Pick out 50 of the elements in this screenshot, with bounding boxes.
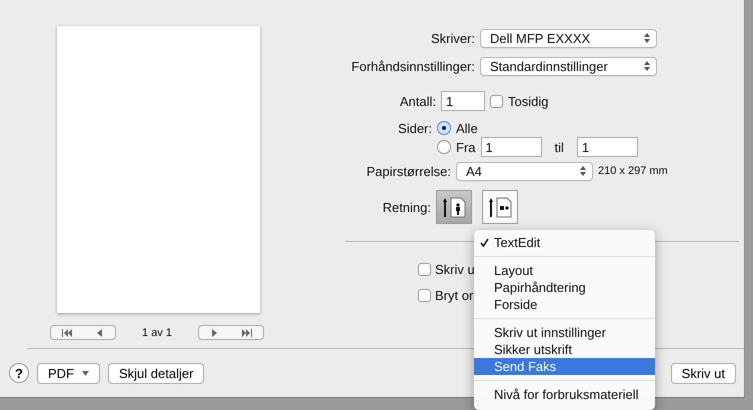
menu-item[interactable]: Forside — [474, 296, 655, 313]
portrait-page-icon — [442, 196, 466, 218]
presets-label: Forhåndsinnstillinger: — [350, 58, 475, 74]
option-label: Bryt or — [435, 288, 474, 302]
two-sided-label: Tosidig — [508, 94, 548, 108]
menu-item[interactable]: Skriv ut innstillinger — [474, 324, 655, 341]
menu-item[interactable]: Nivå for forbruksmateriell — [474, 386, 655, 403]
from-field[interactable]: 1 — [480, 137, 542, 157]
option-label: Skriv u — [435, 262, 475, 276]
from-label: Fra — [456, 140, 476, 154]
copies-field[interactable]: 1 — [441, 91, 485, 111]
orientation-button[interactable] — [482, 190, 518, 224]
paper-size-label: Papirstørrelse: — [365, 164, 451, 178]
printer-label: Skriver: — [430, 30, 475, 46]
menu-item[interactable]: TextEdit — [474, 234, 655, 251]
page-counter: 1 av 1 — [142, 326, 172, 338]
landscape-page-icon — [488, 196, 512, 218]
radio-button[interactable] — [437, 121, 451, 135]
to-field[interactable]: 1 — [576, 137, 638, 157]
updown-arrows-icon — [580, 166, 586, 176]
copies-label: Antall: — [398, 94, 436, 108]
orientation-button[interactable] — [436, 190, 472, 224]
paper-size-popup[interactable]: A4 — [456, 162, 593, 180]
to-label: til — [554, 140, 564, 154]
menu-item[interactable]: Layout — [474, 262, 655, 279]
paper-dimensions: 210 x 297 mm — [598, 165, 668, 177]
menu-item[interactable]: Papirhåndtering — [474, 279, 655, 296]
help-button[interactable]: ? — [9, 363, 29, 383]
pdf-button[interactable]: PDF — [37, 362, 100, 384]
pages-label: Sider: — [397, 120, 432, 136]
option-checkbox[interactable] — [418, 288, 431, 302]
last-page-icon[interactable] — [240, 328, 253, 336]
checkmark-icon — [480, 238, 489, 247]
orientation-label: Retning: — [382, 200, 431, 214]
caret-icon — [82, 370, 89, 376]
print-button[interactable]: Skriv ut — [670, 362, 736, 384]
option-checkbox[interactable] — [418, 262, 431, 276]
printer-popup[interactable]: Dell MFP EXXXX — [480, 28, 657, 48]
two-sided-checkbox[interactable] — [490, 94, 503, 108]
menu-item[interactable]: Send Faks — [474, 358, 655, 375]
presets-popup[interactable]: Standardinnstillinger — [480, 56, 657, 76]
all-pages-label: Alle — [456, 120, 478, 136]
forward-nav-button[interactable] — [198, 325, 264, 340]
menu-item[interactable]: Sikker utskrift — [474, 341, 655, 358]
first-page-icon[interactable] — [61, 328, 74, 336]
updown-arrows-icon — [644, 61, 650, 71]
updown-arrows-icon — [644, 33, 650, 43]
hide-details-button[interactable]: Skjul detaljer — [108, 362, 204, 384]
back-nav-button[interactable] — [50, 325, 116, 340]
radio-button[interactable] — [437, 140, 451, 154]
